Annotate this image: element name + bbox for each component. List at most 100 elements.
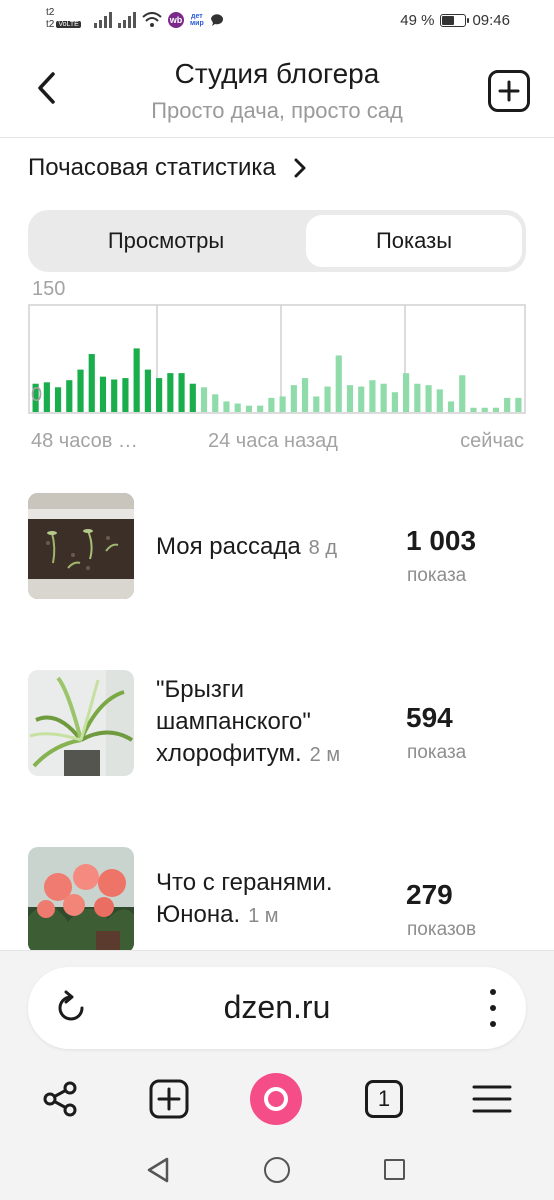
tab-count-badge: 1 (365, 1080, 403, 1118)
tab-impressions[interactable]: Показы (306, 215, 522, 267)
metric-switcher: Просмотры Показы (28, 210, 526, 272)
alice-icon (264, 1087, 288, 1111)
chart-bar (369, 380, 376, 412)
new-tab-button[interactable] (145, 1075, 193, 1123)
browser-toolbar: 1 (0, 1071, 554, 1127)
url-text: dzen.ru (223, 989, 331, 1025)
detmir-icon: дет мир (190, 13, 204, 27)
chart-bar (54, 387, 62, 412)
carrier-info: t2 t2 VoLTE (46, 7, 81, 31)
chart-bar (200, 387, 208, 412)
address-bar[interactable]: dzen.ru (28, 967, 526, 1049)
chart-bar (144, 369, 151, 412)
chart-bar (234, 403, 241, 412)
chart-bar (313, 396, 320, 412)
chart-bar (122, 378, 129, 412)
chart-bar (414, 383, 421, 412)
chart-bar (436, 389, 443, 412)
chart-bar (77, 369, 84, 412)
signal-icon (94, 12, 112, 28)
plus-square-icon (149, 1079, 189, 1119)
hourly-stats-link[interactable]: Почасовая статистика (28, 154, 306, 182)
chevron-right-icon (294, 158, 306, 178)
post-age: 1 м (248, 905, 279, 927)
chart-bar (470, 407, 477, 412)
chart-y-max-label: 150 (32, 278, 66, 300)
chart-bar (99, 376, 107, 412)
list-item[interactable]: "Брызги шампанского" хлорофитум. 2 м 594 … (28, 670, 526, 776)
more-vertical-icon[interactable] (488, 989, 498, 1027)
chart-bar (380, 383, 387, 412)
chart-bar (391, 392, 398, 412)
status-bar: t2 t2 VoLTE wb дет мир 49 % 09:46 (0, 0, 554, 44)
chart-bar (268, 397, 275, 412)
chart-bar (447, 401, 455, 412)
chart-bar (459, 375, 466, 412)
list-item[interactable]: Моя рассада 8 д 1 003 показа (28, 493, 526, 599)
post-impressions-count: 279 (406, 879, 453, 910)
alice-assistant-button[interactable] (250, 1073, 302, 1125)
chart-y-min-label: 0 (31, 384, 43, 406)
list-item[interactable]: Что с геранями. Юнона. 1 м 279 показов (28, 847, 526, 950)
chart-bar (88, 354, 95, 412)
hamburger-icon (472, 1085, 512, 1113)
chart-bar (403, 373, 410, 412)
post-age: 2 м (309, 744, 341, 766)
status-icons: wb дет мир (94, 12, 224, 28)
post-title-text: Что с геранями. Юнона. (156, 869, 333, 928)
share-icon (43, 1081, 77, 1117)
chart-bar (301, 378, 309, 412)
tab-views[interactable]: Просмотры (58, 215, 274, 267)
section-title: Почасовая статистика (28, 154, 276, 181)
post-impressions-count: 1 003 (406, 525, 477, 556)
post-thumbnail-chlorophytum (28, 670, 134, 776)
nav-recents-icon[interactable] (384, 1159, 405, 1180)
hourly-chart (28, 304, 526, 414)
main-content: Почасовая статистика Просмотры Показы 15… (0, 138, 554, 950)
chart-x-label-end: сейчас (460, 430, 524, 452)
chart-bar (335, 355, 342, 412)
post-impressions-count: 594 (406, 702, 453, 733)
signal-icon (118, 12, 136, 28)
chart-bar (257, 405, 264, 412)
clock: 09:46 (472, 12, 510, 29)
battery-icon (440, 14, 470, 27)
chart-bar (279, 396, 286, 412)
chart-bar (111, 379, 118, 412)
post-title-text: "Брызги шампанского" хлорофитум. (156, 676, 311, 767)
chart-x-label-middle: 24 часа назад (208, 430, 338, 452)
nav-back-icon[interactable] (146, 1157, 170, 1183)
tabs-button[interactable]: 1 (360, 1075, 408, 1123)
app-header: Студия блогера Просто дача, просто сад (0, 44, 554, 138)
chart-bar (43, 382, 50, 412)
chart-bar (133, 348, 140, 412)
chart-bar (492, 407, 500, 412)
chart-bar (425, 385, 432, 412)
post-impressions-unit: показов (407, 919, 477, 940)
carrier-1-label: t2 (46, 7, 55, 18)
chart-svg (28, 304, 526, 414)
status-right: 49 % 09:46 (400, 12, 510, 29)
detmir-label-1: дет (191, 13, 203, 20)
volte-badge: VoLTE (56, 21, 81, 28)
chart-bar (66, 380, 73, 412)
chart-bar (167, 373, 174, 412)
post-title: Что с геранями. Юнона. 1 м (156, 867, 396, 932)
post-age: 8 д (308, 537, 338, 559)
post-title: "Брызги шампанского" хлорофитум. 2 м (156, 674, 396, 771)
chart-bar (245, 405, 253, 412)
share-button[interactable] (36, 1075, 84, 1123)
chart-bar (358, 386, 365, 412)
add-post-button[interactable] (488, 70, 530, 112)
menu-button[interactable] (468, 1075, 516, 1123)
post-title-text: Моя рассада (156, 533, 301, 560)
chart-bar (515, 397, 522, 412)
wildberries-icon: wb (168, 12, 184, 28)
carrier-2-label: t2 (46, 19, 55, 30)
nav-home-icon[interactable] (264, 1157, 290, 1183)
post-title: Моя рассада 8 д (156, 531, 396, 564)
detmir-label-2: мир (190, 20, 204, 27)
chart-bar (481, 407, 488, 412)
chart-bar (324, 386, 331, 412)
post-thumbnail-seedlings (28, 493, 134, 599)
